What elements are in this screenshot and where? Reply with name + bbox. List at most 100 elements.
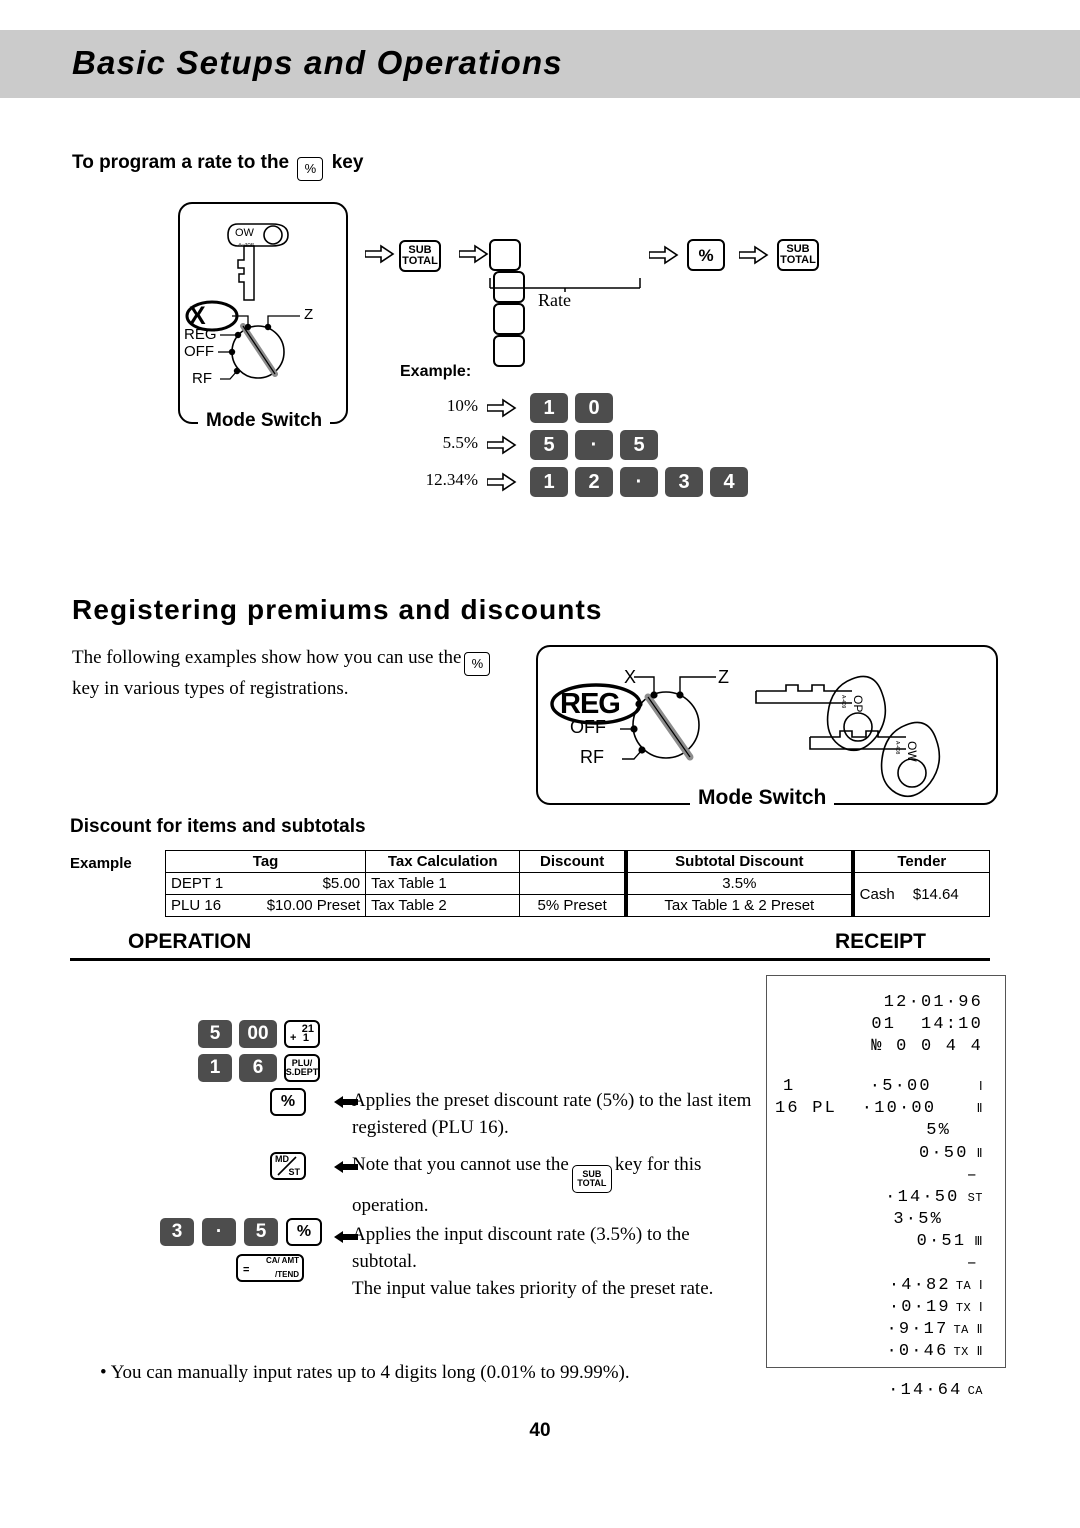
note-3-line1: Applies the input discount rate (3.5%) t… [352, 1224, 690, 1272]
svg-text:A-408: A-408 [894, 741, 900, 755]
mode-switch-1-key-label: OW [235, 227, 254, 239]
arrow-icon-3 [648, 239, 679, 270]
th-discount: Discount [519, 850, 627, 873]
tender-amount: $14.64 [912, 886, 959, 903]
section1-heading: To program a rate to the % key [72, 152, 363, 181]
mode-switch-1-position-off: OFF [184, 343, 214, 360]
sub-total-key-1[interactable]: SUB TOTAL [399, 240, 441, 272]
tag-name-1: DEPT 1 [171, 875, 224, 892]
num-key[interactable]: 3 [665, 467, 703, 497]
tag-amount-1: $5.00 [322, 875, 361, 892]
receipt-line: 3·5% [893, 1209, 943, 1229]
example-keys-3: 1 2 · 3 4 [530, 467, 748, 497]
receipt-line: 0·50 Ⅱ [918, 1143, 983, 1163]
th-tag: Tag [164, 850, 367, 873]
mode-switch-diagram-1: X Z REG OFF RF OW A-408 [178, 202, 348, 424]
cell-tag-1: DEPT 1 $5.00 [164, 872, 367, 895]
num-key[interactable]: 1 [530, 467, 568, 497]
decimal-key[interactable]: · [202, 1218, 236, 1246]
mode-switch-diagram-2: OP A-409 OW A-408 REG X Z OFF RF [536, 645, 998, 805]
arrow-icon-2 [458, 244, 489, 269]
percent-key-icon-inline: % [464, 652, 491, 677]
section1-heading-before: To program a rate to the [72, 152, 290, 173]
note-1-line1: Applies the preset discount rate (5%) to… [352, 1090, 752, 1111]
rate-box-1[interactable] [489, 239, 521, 271]
num-key[interactable]: 2 [575, 467, 613, 497]
percent-key-flow[interactable]: % [687, 239, 725, 271]
receipt-line: 12·01·96 [883, 993, 983, 1012]
svg-text:A-409: A-409 [840, 695, 846, 709]
sub-total-key-2[interactable]: SUB TOTAL [777, 239, 819, 271]
receipt-line: – [966, 1254, 979, 1274]
percent-key-icon: % [297, 156, 324, 181]
num-key-5[interactable]: 5 [198, 1020, 232, 1048]
arrow-icon-ex3 [486, 472, 517, 497]
receipt-line: № 0 0 4 4 [871, 1037, 983, 1057]
note-2-line1-a: Note that you cannot use the [352, 1154, 569, 1175]
decimal-key[interactable]: · [620, 467, 658, 497]
num-key[interactable]: 1 [530, 393, 568, 423]
rate-label: Rate [538, 290, 571, 310]
mode-switch-1-position-reg: REG [184, 326, 217, 343]
th-tax-calculation: Tax Calculation [365, 850, 521, 873]
arrow-icon-1 [364, 244, 395, 269]
ca-amt-tend-key[interactable]: = CA/ AMT /TEND [236, 1254, 304, 1282]
arrow-icon-ex2 [486, 435, 517, 460]
num-key[interactable]: 5 [530, 430, 568, 460]
num-key-3[interactable]: 3 [160, 1218, 194, 1246]
section-divider [70, 958, 990, 961]
cell-tax-2: Tax Table 2 [365, 894, 521, 917]
percent-key-op1[interactable]: % [270, 1088, 306, 1116]
section2-heading: Registering premiums and discounts [72, 594, 603, 625]
num-key-5b[interactable]: 5 [244, 1218, 278, 1246]
percent-key-op2[interactable]: % [286, 1218, 322, 1246]
slash-icon [277, 1156, 297, 1176]
mode-switch-2-position-z: Z [718, 667, 729, 687]
md-st-key[interactable]: MD ST [270, 1152, 306, 1180]
mode-switch-1-position-z: Z [304, 306, 314, 323]
discount-subheading: Discount for items and subtotals [70, 816, 366, 837]
rate-box-4[interactable] [493, 335, 525, 367]
receipt-line: ·0·46 TX Ⅱ [886, 1342, 983, 1362]
rate-box-3[interactable] [493, 303, 525, 335]
example-label-3: 12.34% [425, 470, 478, 489]
receipt-line: – [966, 1165, 979, 1185]
operation-mdst-key-wrap: MD ST [270, 1152, 306, 1180]
example-keys-1: 1 0 [530, 393, 613, 423]
decimal-key[interactable]: · [575, 430, 613, 460]
th-subtotal-discount: Subtotal Discount [623, 850, 854, 873]
receipt-line-blank [767, 1058, 1005, 1076]
mode-switch-2-position-off: OFF [570, 717, 606, 737]
mode-switch-svg-2: OP A-409 OW A-408 [550, 675, 941, 798]
num-key-00[interactable]: 00 [239, 1020, 277, 1048]
num-key[interactable]: 4 [710, 467, 748, 497]
rate-entry-boxes[interactable] [489, 239, 525, 367]
num-key[interactable]: 5 [620, 430, 658, 460]
example-caption: Example [70, 855, 132, 872]
num-key[interactable]: 0 [575, 393, 613, 423]
section2-intro-before: The following examples show how you can … [72, 647, 462, 668]
receipt-paper: 12·01·96 01 14:10 № 0 0 4 4 1 ·5·00 Ⅰ 16 … [766, 975, 1006, 1400]
cell-tender: Cash $14.64 [850, 872, 990, 917]
tag-name-2: PLU 16 [171, 897, 222, 914]
th-tender: Tender [850, 850, 990, 873]
num-key-6[interactable]: 6 [239, 1054, 277, 1082]
receipt-line: 01 14:10 [871, 1015, 983, 1035]
arrow-icon-ex1 [486, 398, 517, 423]
dept-key-21[interactable]: 21 + 1 [284, 1020, 320, 1048]
cell-subtotal-1: 3.5% [623, 872, 854, 895]
plu-sdept-key[interactable]: PLU/ S.DEPT [284, 1054, 320, 1082]
receipt-line: ·14·50 ST [885, 1187, 983, 1207]
mode-switch-1-key-code: A-408 [238, 242, 255, 248]
example-keys-2: 5 · 5 [530, 430, 658, 460]
sub-total-key-inline: SUB TOTAL [571, 1165, 612, 1194]
receipt-line: 1 ·5·00 Ⅰ [783, 1077, 983, 1097]
operation-keys-row3: 3 · 5 % [160, 1218, 322, 1246]
cell-subtotal-2: Tax Table 1 & 2 Preset [623, 894, 854, 917]
mode-switch-2-caption: Mode Switch [690, 786, 835, 810]
receipt-line: 0·51 Ⅲ [916, 1231, 983, 1251]
receipt-title: RECEIPT [835, 930, 927, 953]
operation-title: OPERATION [128, 930, 252, 953]
num-key-1[interactable]: 1 [198, 1054, 232, 1082]
table-header-row: Tag Tax Calculation Discount Subtotal Di… [164, 850, 990, 873]
